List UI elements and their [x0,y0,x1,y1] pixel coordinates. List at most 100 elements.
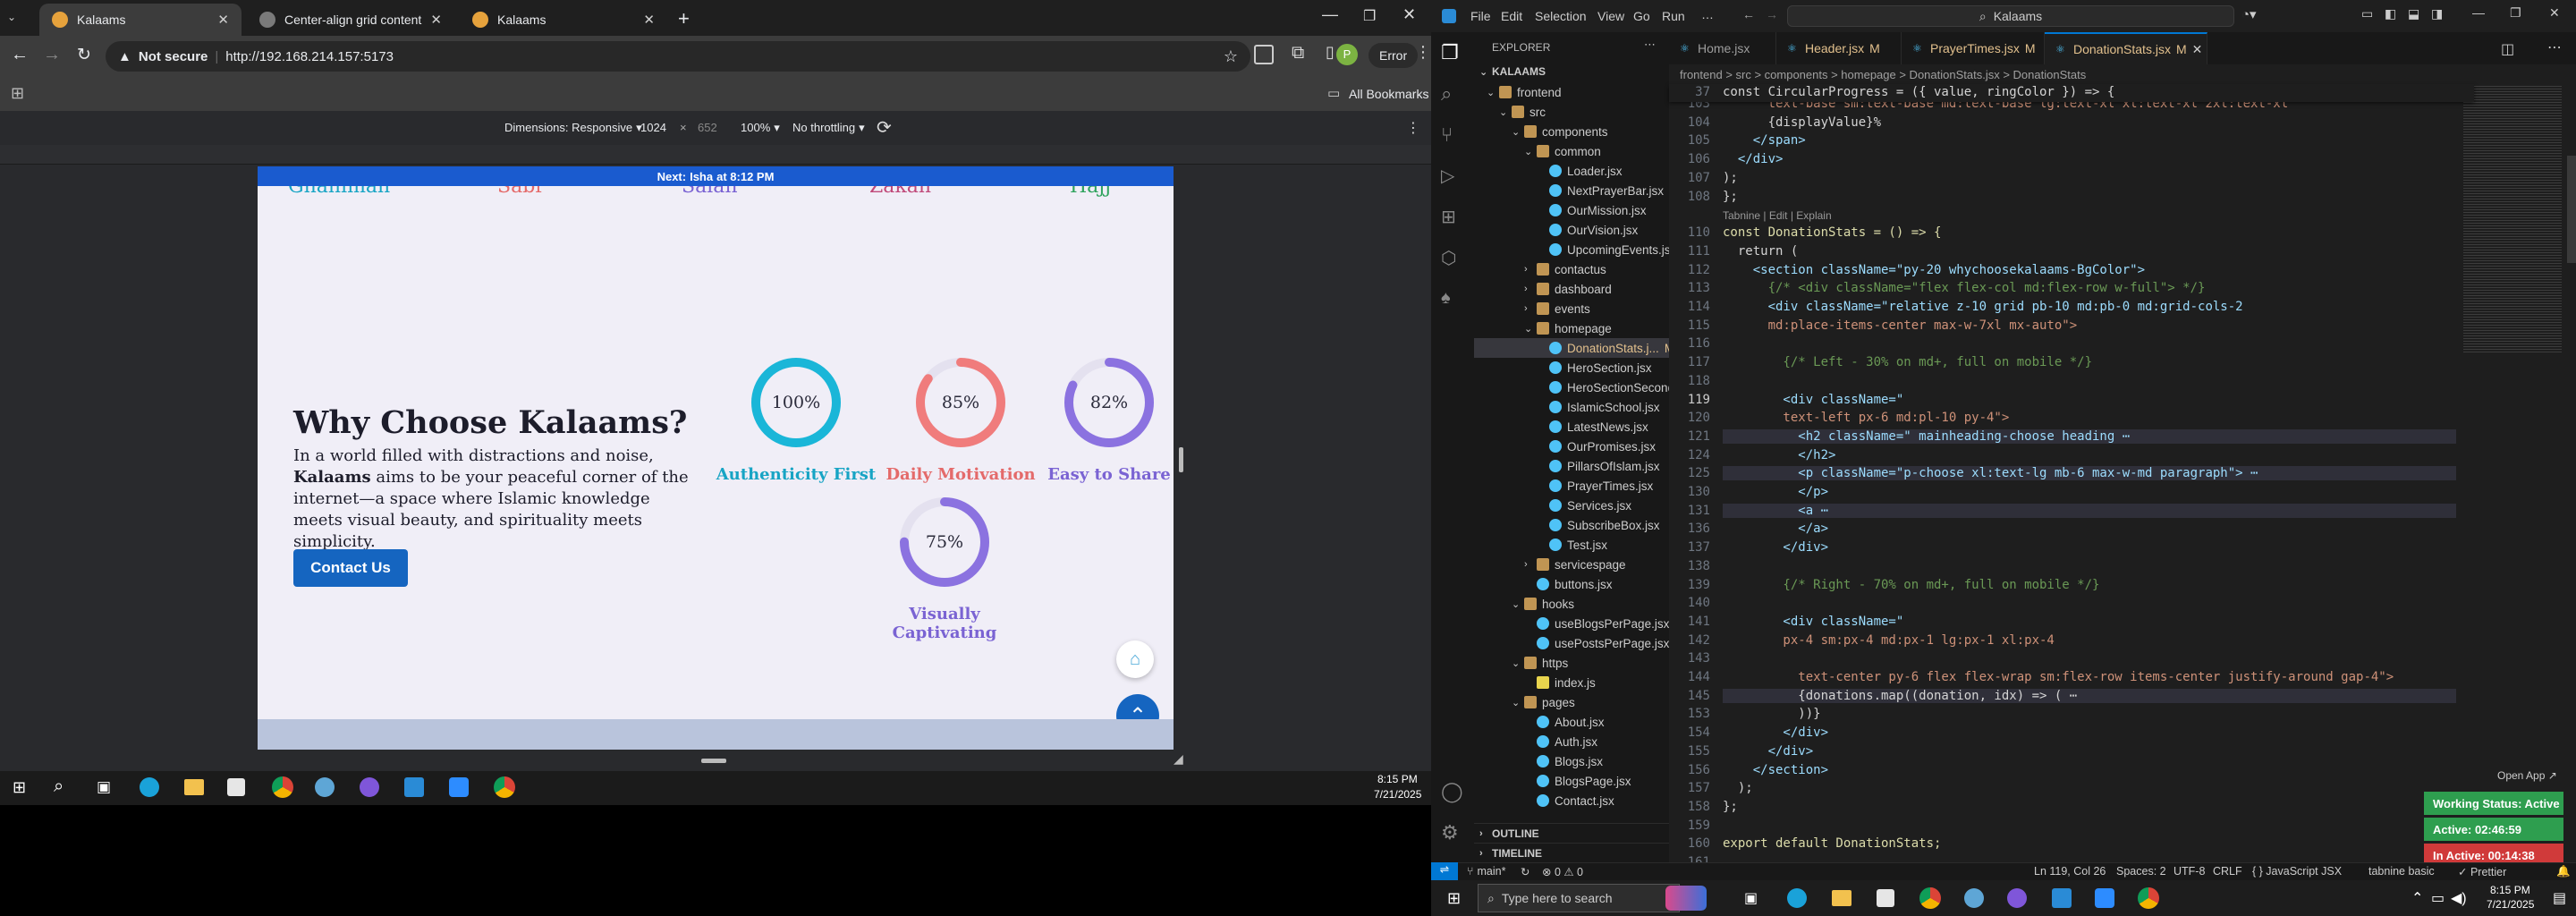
search-icon[interactable]: ⌕ [1441,82,1464,106]
code-editor[interactable]: 37 const CircularProgress = ({ value, ri… [1669,84,2576,869]
account-icon[interactable]: ◯ [1441,780,1464,803]
puzzle-icon[interactable]: ⧉ [1292,43,1304,64]
chrome-menu-icon[interactable]: ⋮ [1415,43,1431,62]
notification-center-icon[interactable]: ▤ [2553,889,2566,907]
project-header[interactable]: ⌄ KALAAMS [1474,63,1669,81]
zoom-dropdown[interactable]: 100% ▾ [741,121,780,135]
file-tree-item[interactable]: BlogsPage.jsx [1474,771,1669,791]
layout-toggle-icon[interactable]: ▭ [2361,6,2373,21]
minimize-icon[interactable]: — [1322,5,1338,24]
all-bookmarks-link[interactable]: All Bookmarks [1349,87,1428,101]
problems-status[interactable]: ⊗ 0 ⚠ 0 [1542,865,1583,878]
file-tree-item[interactable]: DonationStats.j...M [1474,338,1669,358]
windows-start-icon[interactable]: ⊞ [13,778,26,797]
back-icon[interactable]: ← [11,45,29,65]
width-input[interactable]: 1024 [640,121,666,134]
file-explorer-icon[interactable] [184,779,204,795]
dimensions-dropdown[interactable]: Dimensions: Responsive ▾ [504,121,642,135]
star-icon[interactable]: ☆ [1224,47,1238,66]
error-button[interactable]: Error [1368,43,1419,68]
reload-icon[interactable]: ↻ [77,45,91,65]
close-icon[interactable]: ✕ [643,12,655,28]
file-tree-item[interactable]: SubscribeBox.jsx [1474,515,1669,535]
new-tab-button[interactable]: + [678,7,690,30]
open-app-link[interactable]: Open App ↗ [2497,769,2557,782]
github-icon[interactable] [360,777,379,797]
rotate-icon[interactable]: ⟳ [877,116,892,139]
tabnine-icon[interactable]: ⬡ [1441,247,1464,270]
sidebar-toggle-icon[interactable]: ◧ [2385,6,2396,21]
file-tree-item[interactable]: IslamicSchool.jsx [1474,397,1669,417]
outline-section[interactable]: › OUTLINE [1474,823,1669,843]
file-tree-item[interactable]: ⌄ frontend [1474,82,1669,102]
close-icon[interactable]: ✕ [217,12,229,28]
nav-forward-icon[interactable]: → [1766,7,1778,21]
panel-toggle-icon[interactable]: ⬓ [2408,6,2419,21]
file-tree-item[interactable]: ⌄ components [1474,122,1669,141]
language-status[interactable]: { } JavaScript JSX [2252,865,2342,878]
contact-us-button[interactable]: Contact Us [293,549,408,587]
avatar[interactable]: P [1336,44,1358,65]
menu-selection[interactable]: Selection [1535,9,1587,23]
file-tree-item[interactable]: Test.jsx [1474,535,1669,555]
file-tree-item[interactable]: HeroSection.jsx [1474,358,1669,377]
sync-icon[interactable]: ↻ [1521,865,1530,878]
forward-icon[interactable]: → [43,45,61,65]
file-tree-item[interactable]: OurPromises.jsx [1474,437,1669,456]
widgets-icon[interactable] [1665,886,1707,911]
notifications-icon[interactable]: 🔔 [2556,865,2571,878]
chrome-tab-kalaams[interactable]: Kalaams ✕ [39,4,242,36]
file-tree-item[interactable]: index.js [1474,673,1669,692]
run-debug-icon[interactable]: ▷ [1441,165,1464,188]
device-options-icon[interactable]: ⋮ [1406,119,1420,137]
file-tree-item[interactable]: UpcomingEvents.jsx [1474,240,1669,259]
nav-back-icon[interactable]: ← [1742,7,1755,21]
indentation-status[interactable]: Spaces: 2 [2116,865,2166,878]
file-tree-item[interactable]: LatestNews.jsx [1474,417,1669,437]
floating-mosque-button[interactable]: ⌂ [1116,640,1154,678]
minimize-icon[interactable]: — [2472,5,2485,20]
chrome-tab-center-align[interactable]: Center-align grid content ✕ [247,4,454,36]
explorer-more-icon[interactable]: ⋯ [1644,38,1656,52]
app-taskbar-icon[interactable] [315,777,335,797]
branch-status[interactable]: ⑂ main* [1467,865,1505,878]
prettier-status[interactable]: ✓ Prettier [2458,865,2506,878]
close-window-icon[interactable]: ✕ [2549,5,2560,21]
editor-more-icon[interactable]: ⋯ [2547,38,2562,56]
url-text[interactable]: http://192.168.214.157:5173 [225,49,394,64]
tabnine-status[interactable]: tabnine basic [2368,865,2435,878]
menu-edit[interactable]: Edit [1501,9,1522,23]
file-tree-item[interactable]: ⌄ src [1474,102,1669,122]
file-tree-item[interactable]: Contact.jsx [1474,791,1669,810]
timeline-section[interactable]: › TIMELINE [1474,843,1669,862]
maximize-icon[interactable]: ❐ [1363,7,1376,25]
task-view-icon[interactable]: ▣ [1744,889,1758,907]
task-view-icon[interactable]: ▣ [97,778,111,796]
apps-grid-icon[interactable]: ⊞ [11,84,24,103]
file-tree-item[interactable]: useBlogsPerPage.jsx [1474,614,1669,633]
file-tree-item[interactable]: OurVision.jsx [1474,220,1669,240]
file-tree-item[interactable]: › dashboard [1474,279,1669,299]
chrome-taskbar-icon[interactable] [1919,887,1941,909]
mongodb-leaf-icon[interactable]: ♠ [1441,288,1464,311]
taskbar-search-box[interactable]: ⌕ Type here to search [1478,884,1680,912]
command-center-search[interactable]: ⌕ Kalaams [1787,5,2234,27]
windows-start-icon[interactable]: ⊞ [1447,889,1461,908]
menu-go[interactable]: Go [1633,9,1650,23]
volume-icon[interactable]: ◀) [2451,889,2467,907]
settings-gear-icon[interactable]: ⚙ [1441,821,1464,844]
app-taskbar-icon[interactable] [1964,888,1984,908]
file-tree-item[interactable]: › servicespage [1474,555,1669,574]
chrome-taskbar-icon-2[interactable] [2138,887,2159,909]
vscode-taskbar-icon[interactable] [2052,888,2072,908]
store-icon[interactable] [1877,889,1894,907]
editor-tab-donationstats[interactable]: ⚛ DonationStats.jsx M ✕ [2045,32,2207,64]
zoom-taskbar-icon[interactable] [2095,888,2114,908]
menu-file[interactable]: File [1470,9,1491,23]
copilot-icon[interactable]: ◔▾ [2241,6,2257,22]
file-tree-item[interactable]: PrayerTimes.jsx [1474,476,1669,496]
tab-search-icon[interactable]: ⌄ [7,11,20,23]
chrome-taskbar-icon-2[interactable] [494,776,515,798]
encoding-status[interactable]: UTF-8 [2174,865,2205,878]
file-tree-item[interactable]: OurMission.jsx [1474,200,1669,220]
